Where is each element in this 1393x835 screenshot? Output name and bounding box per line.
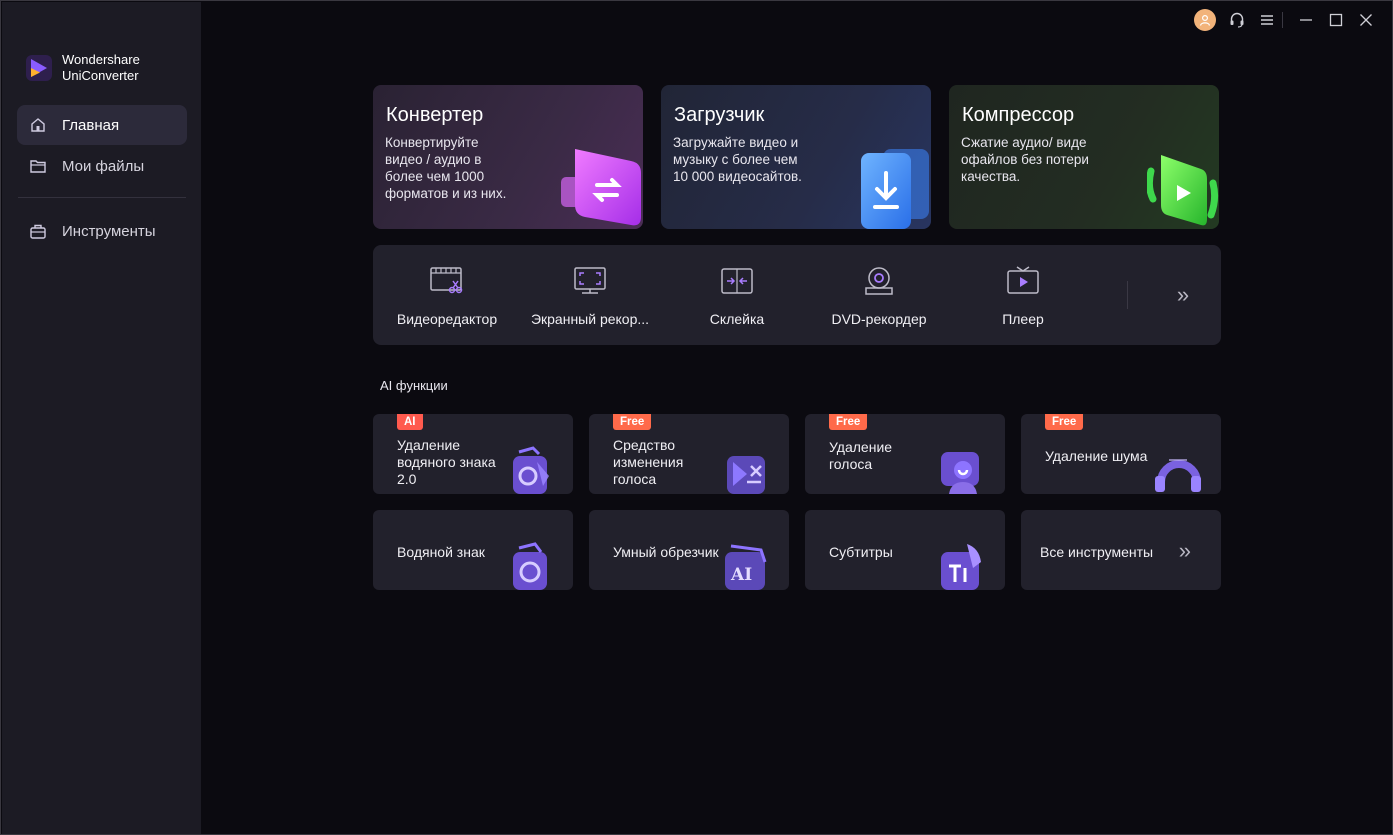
headset-icon[interactable] <box>1226 9 1248 31</box>
converter-card[interactable]: Конвертер Конвертируйте видео / аудио в … <box>373 85 643 229</box>
ai-card-voice-changer[interactable]: Free Средство изменения голоса <box>589 414 789 494</box>
tool-merge[interactable]: Склейка <box>667 245 807 345</box>
tool-screen-recorder[interactable]: Экранный рекор... <box>520 245 660 345</box>
compressor-icon <box>1147 155 1219 226</box>
tools-divider <box>1127 281 1128 309</box>
tool-label: DVD-рекордер <box>831 311 927 327</box>
free-badge: Free <box>613 414 652 430</box>
tool-label: Склейка <box>709 311 765 327</box>
sidebar-divider <box>18 197 186 198</box>
ai-card-smart-trimmer[interactable]: Умный обрезчик AI <box>589 510 789 590</box>
chevron-right-double-icon: » <box>1178 538 1191 563</box>
sidebar-item-home[interactable]: Главная <box>17 105 187 145</box>
uniconverter-logo-icon <box>26 55 52 81</box>
ai-trimmer-icon: AI <box>725 544 767 590</box>
card-label: Удаление голоса <box>829 439 893 472</box>
merge-icon <box>719 265 755 297</box>
converter-icon <box>561 149 641 226</box>
user-avatar-icon[interactable] <box>1194 9 1216 31</box>
watermark-icon <box>513 542 547 590</box>
card-label: Удаление шума <box>1045 448 1148 464</box>
tool-label: Плеер <box>1002 311 1044 327</box>
card-label: Умный обрезчик <box>613 544 719 560</box>
card-label: Все инструменты <box>1040 544 1154 560</box>
card-title: Компрессор <box>962 104 1075 126</box>
free-badge: Free <box>829 414 868 430</box>
tool-player[interactable]: Плеер <box>953 245 1093 345</box>
tool-label: Видеоредактор <box>396 311 498 327</box>
card-label: Водяной знак <box>397 544 485 560</box>
app-name-line2: UniConverter <box>62 68 139 83</box>
close-icon[interactable] <box>1355 9 1377 31</box>
sidebar-item-label: Главная <box>62 116 120 134</box>
ai-card-watermark[interactable]: Водяной знак <box>373 510 573 590</box>
voice-changer-icon <box>727 456 765 494</box>
card-label: Субтитры <box>829 544 893 560</box>
card-title: Конвертер <box>386 104 484 126</box>
sidebar: Wondershare UniConverter Главная Мои фай… <box>2 2 201 834</box>
player-icon <box>1005 265 1041 297</box>
ai-card-subtitles[interactable]: Субтитры <box>805 510 1005 590</box>
vocal-remover-icon <box>941 452 979 494</box>
minimize-icon[interactable] <box>1295 9 1317 31</box>
card-title: Загрузчик <box>674 104 765 126</box>
downloader-icon <box>861 149 929 229</box>
sidebar-item-label: Инструменты <box>62 222 156 240</box>
folder-icon <box>29 157 47 175</box>
compressor-card[interactable]: Компрессор Сжатие аудио/ виде офайлов бе… <box>949 85 1219 229</box>
maximize-icon[interactable] <box>1325 9 1347 31</box>
more-tools-chevron-icon[interactable]: » <box>1169 281 1197 309</box>
watermark-remove-icon <box>513 446 549 494</box>
ai-badge: AI <box>397 414 423 430</box>
titlebar-divider <box>1282 12 1283 28</box>
tools-panel: Видеоредактор Экранный рекор... Склейка … <box>373 245 1221 345</box>
sidebar-item-tools[interactable]: Инструменты <box>17 211 187 251</box>
card-description: Конвертируйте видео / аудио в более чем … <box>385 135 507 201</box>
toolbox-icon <box>29 222 47 240</box>
video-editor-icon <box>429 265 465 297</box>
tool-label: Экранный рекор... <box>530 311 650 327</box>
subtitles-icon <box>941 544 981 590</box>
downloader-card[interactable]: Загрузчик Загружайте видео и музыку с бо… <box>661 85 931 229</box>
app-window: Wondershare UniConverter Главная Мои фай… <box>0 0 1393 835</box>
all-tools-card[interactable]: Все инструменты » <box>1021 510 1221 590</box>
sidebar-item-my-files[interactable]: Мои файлы <box>17 146 187 186</box>
free-badge: Free <box>1045 414 1084 430</box>
card-label: Удаление водяного знака 2.0 <box>397 437 496 487</box>
app-name-line1: Wondershare <box>62 52 140 67</box>
noise-remover-icon <box>1155 459 1201 492</box>
app-logo: Wondershare UniConverter <box>26 52 140 84</box>
ai-card-vocal-remover[interactable]: Free Удаление голоса <box>805 414 1005 494</box>
tool-dvd-recorder[interactable]: DVD-рекордер <box>809 245 949 345</box>
ai-card-watermark-remover[interactable]: AI Удаление водяного знака 2.0 <box>373 414 573 494</box>
ai-section-title: AI функции <box>380 378 448 393</box>
sidebar-item-label: Мои файлы <box>62 157 145 175</box>
app-name: Wondershare UniConverter <box>62 52 140 84</box>
dvd-icon <box>861 265 897 297</box>
menu-icon[interactable] <box>1256 9 1278 31</box>
card-label: Средство изменения голоса <box>613 437 684 487</box>
card-description: Загружайте видео и музыку с более чем 10… <box>673 135 802 184</box>
screen-recorder-icon <box>572 265 608 297</box>
home-icon <box>29 116 47 134</box>
tool-video-editor[interactable]: Видеоредактор <box>377 245 517 345</box>
ai-card-noise-remover[interactable]: Free Удаление шума <box>1021 414 1221 494</box>
svg-text:AI: AI <box>730 565 752 585</box>
card-description: Сжатие аудио/ виде офайлов без потери ка… <box>961 135 1089 184</box>
